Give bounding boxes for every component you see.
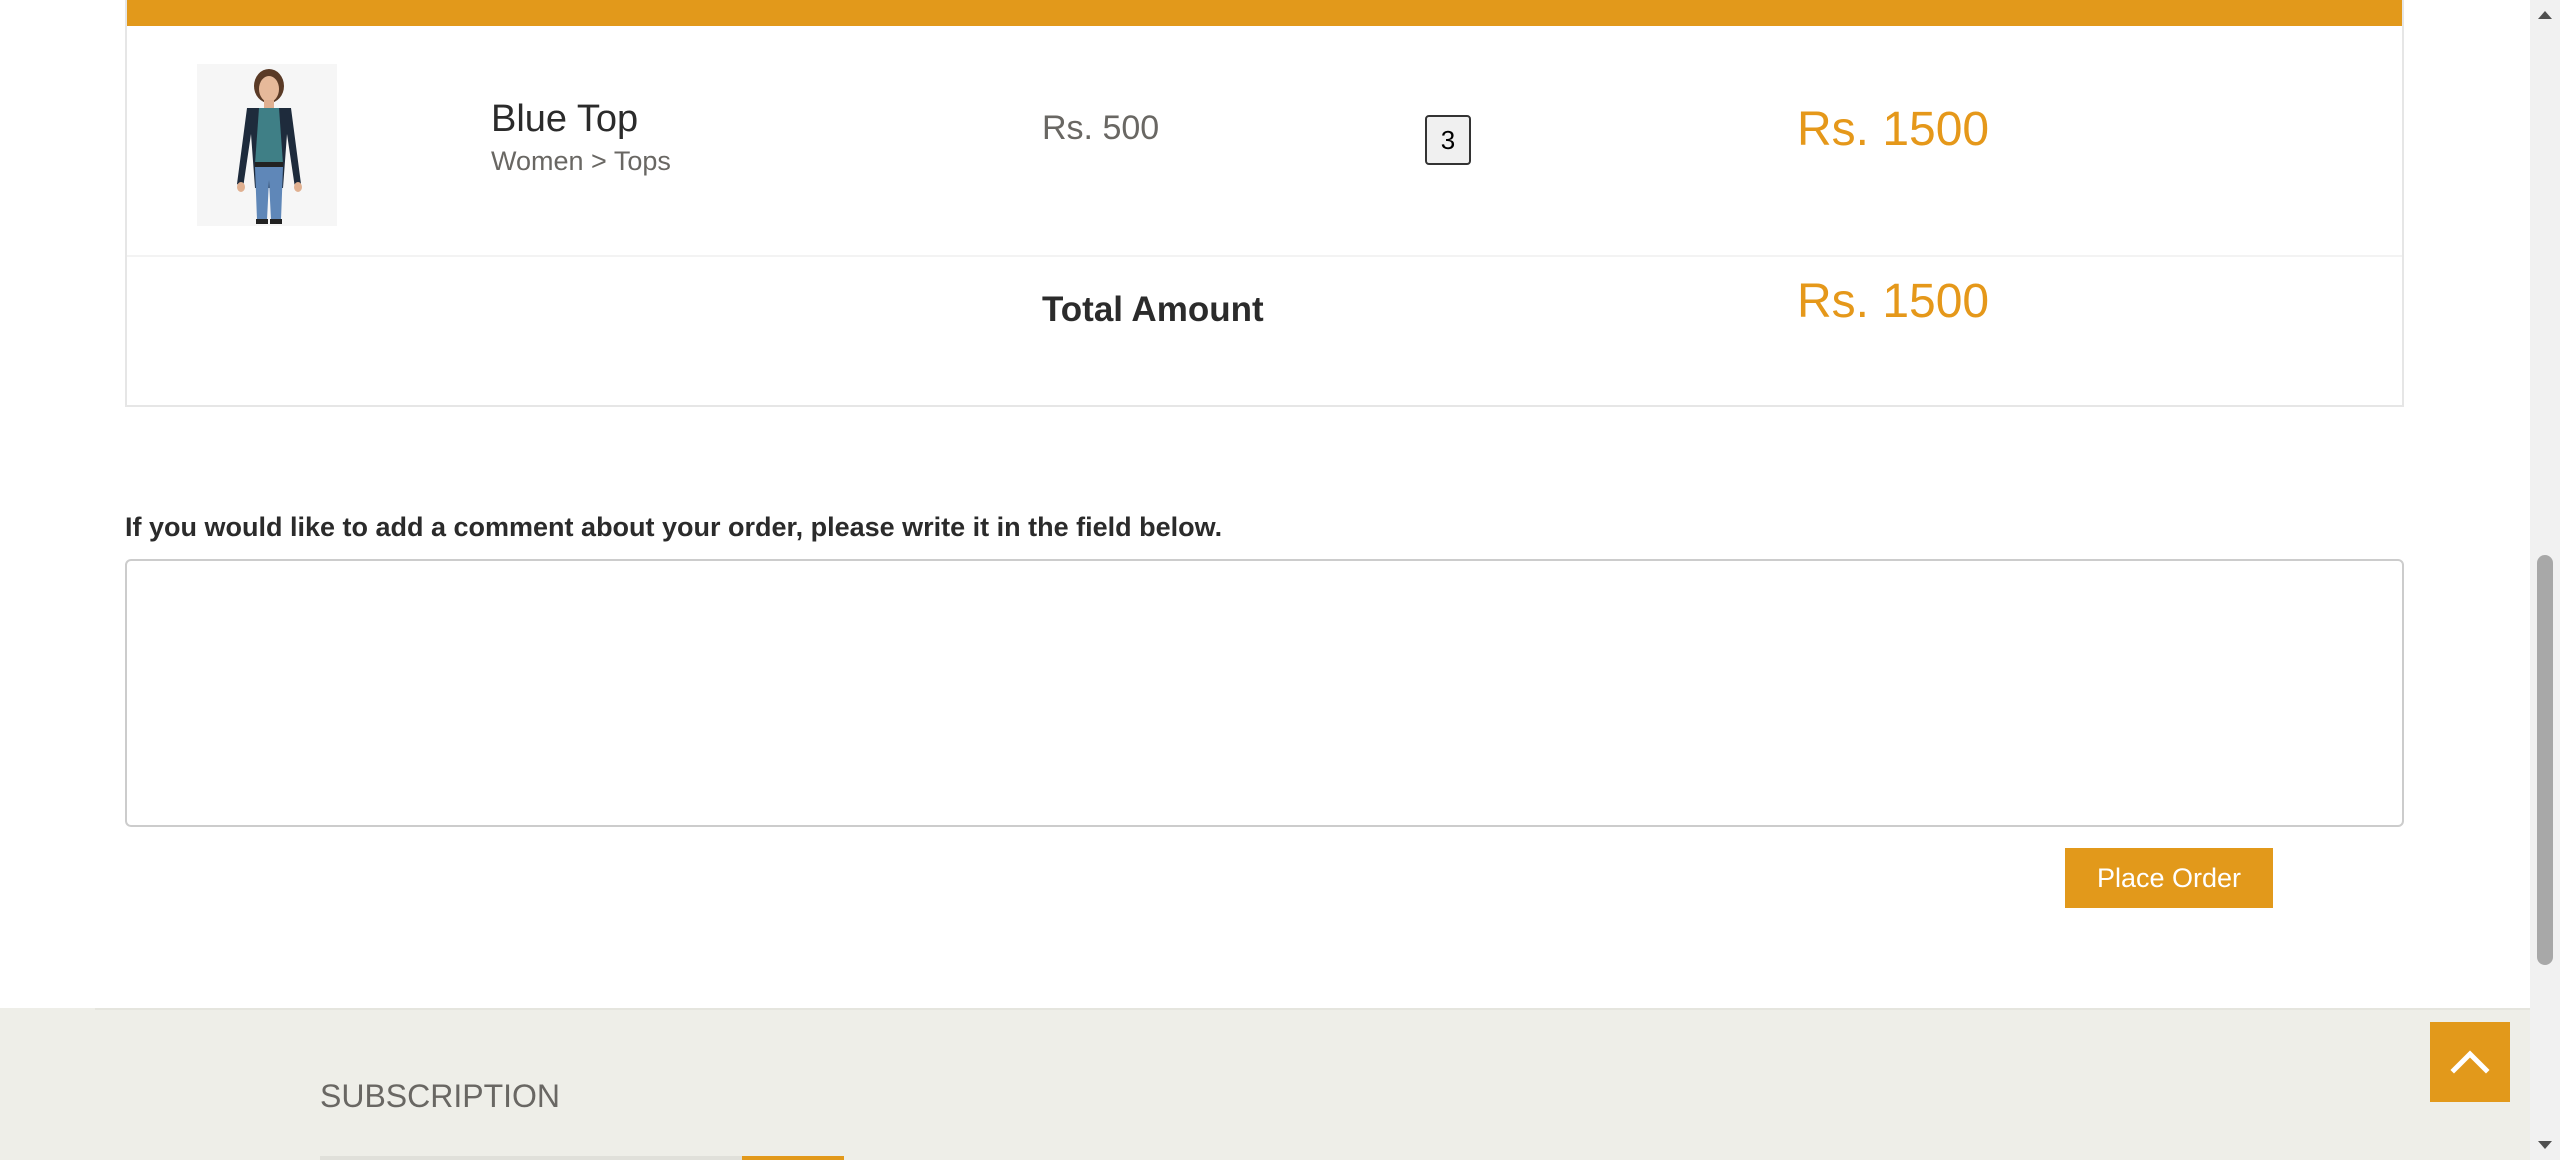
scrollbar[interactable] bbox=[2530, 0, 2560, 1160]
product-price: Rs. 500 bbox=[1042, 109, 1160, 147]
comment-label: If you would like to add a comment about… bbox=[125, 512, 1223, 542]
place-order-button[interactable]: Place Order bbox=[2065, 848, 2273, 908]
subscription-email-input[interactable] bbox=[320, 1156, 743, 1160]
cart-table: Blue Top Women > Tops Rs. 500 3 Rs. 1500… bbox=[125, 0, 2404, 407]
order-comment-textarea[interactable] bbox=[125, 559, 2404, 827]
scrollbar-thumb[interactable] bbox=[2537, 555, 2553, 965]
subscription-title: SUBSCRIPTION bbox=[320, 1078, 561, 1114]
chevron-up-icon bbox=[2450, 1050, 2490, 1074]
checkout-page: Blue Top Women > Tops Rs. 500 3 Rs. 1500… bbox=[0, 0, 2560, 1160]
scroll-arrow-up-icon[interactable] bbox=[2530, 0, 2560, 30]
cart-row: Blue Top Women > Tops Rs. 500 3 Rs. 1500 bbox=[127, 26, 2402, 257]
product-name[interactable]: Blue Top bbox=[491, 98, 638, 141]
product-category: Women > Tops bbox=[491, 146, 671, 176]
quantity-box[interactable]: 3 bbox=[1425, 115, 1471, 165]
footer-divider bbox=[95, 1008, 2530, 1010]
total-amount-value: Rs. 1500 bbox=[1797, 275, 1990, 328]
scroll-up-button[interactable] bbox=[2430, 1022, 2510, 1102]
product-image[interactable] bbox=[197, 64, 337, 226]
scroll-arrow-down-icon[interactable] bbox=[2530, 1130, 2560, 1160]
footer: SUBSCRIPTION bbox=[0, 1008, 2530, 1160]
subscribe-button[interactable] bbox=[742, 1156, 844, 1160]
cart-header-bar bbox=[127, 0, 2402, 26]
line-total-price: Rs. 1500 bbox=[1797, 103, 1990, 156]
total-amount-label: Total Amount bbox=[1042, 290, 1264, 329]
product-photo-icon bbox=[197, 64, 337, 226]
